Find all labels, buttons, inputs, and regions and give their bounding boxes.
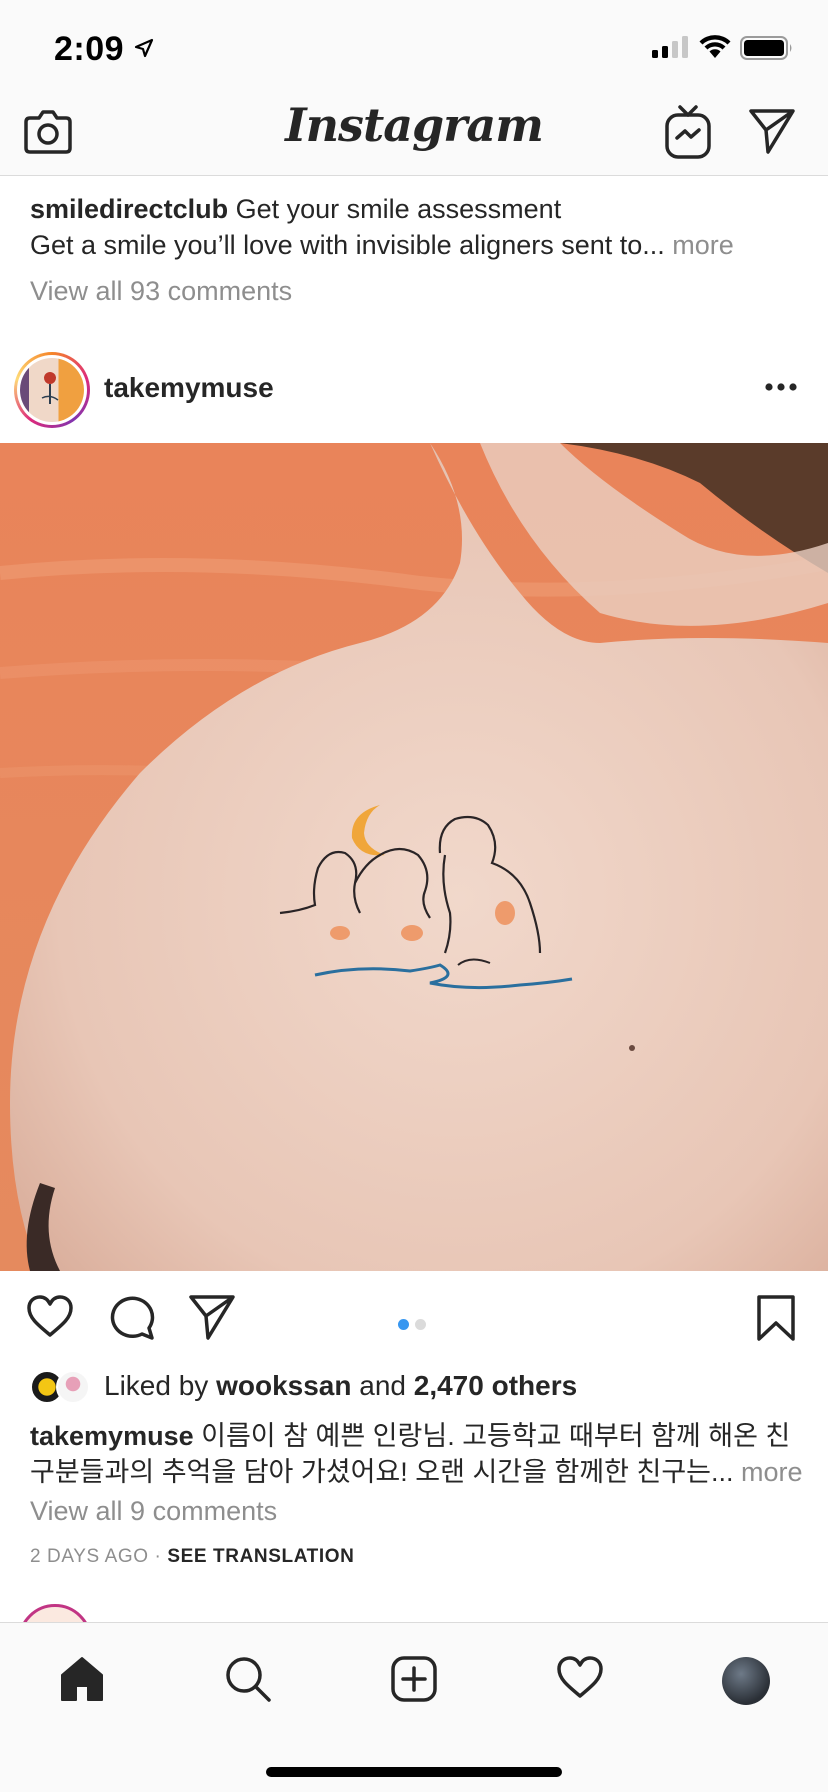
new-post-icon[interactable]: [390, 1655, 438, 1703]
post-caption: takemymuse 이름이 참 예쁜 인랑님. 고등학교 때부터 함께 해온 …: [30, 1418, 810, 1490]
post-timestamp: 2 DAYS AGO: [30, 1546, 149, 1567]
carousel-indicator: [398, 1317, 432, 1335]
post-actions: [0, 1272, 828, 1368]
previous-post-more-link[interactable]: more: [672, 230, 734, 260]
search-icon[interactable]: [224, 1655, 272, 1703]
carousel-dot: [415, 1319, 426, 1330]
previous-post-caption-title: smiledirectclub Get your smile assessmen…: [30, 191, 561, 227]
likes-row[interactable]: Liked by wookssan and 2,470 others: [30, 1366, 810, 1410]
caption-line-1: takemymuse 이름이 참 예쁜 인랑님. 고등학교 때부터 함께 해온 …: [30, 1418, 810, 1454]
previous-post-footer: smiledirectclub Get your smile assessmen…: [0, 177, 828, 327]
likes-text: Liked by wookssan and 2,470 others: [104, 1370, 577, 1402]
top-nav-bar: Instagram: [0, 96, 828, 176]
location-arrow-icon: [134, 38, 154, 58]
previous-post-title: Get your smile assessment: [235, 194, 562, 224]
post-image[interactable]: [0, 443, 828, 1271]
next-post-avatar-peek: [18, 1604, 92, 1624]
story-ring[interactable]: [14, 352, 90, 428]
likes-prefix: Liked by: [104, 1370, 209, 1401]
liker-username[interactable]: wookssan: [216, 1370, 351, 1401]
avatar: [20, 358, 84, 422]
cellular-signal-icon: [652, 36, 688, 58]
previous-post-view-comments[interactable]: View all 93 comments: [30, 273, 292, 309]
bottom-tab-bar: [0, 1622, 828, 1792]
status-time: 2:09: [54, 30, 125, 68]
like-heart-icon[interactable]: [26, 1294, 74, 1338]
caption-username[interactable]: takemymuse: [30, 1421, 194, 1451]
post-header: takemymuse: [0, 346, 828, 442]
see-translation-link[interactable]: SEE TRANSLATION: [167, 1546, 354, 1567]
status-bar: 2:09: [0, 0, 828, 96]
meta-separator: ·: [154, 1546, 162, 1567]
previous-post-caption-text: Get a smile you’ll love with invisible a…: [30, 230, 665, 260]
direct-message-icon[interactable]: [748, 108, 796, 154]
liker-avatar: [56, 1370, 90, 1404]
igtv-icon[interactable]: [664, 104, 712, 160]
activity-heart-icon[interactable]: [556, 1655, 604, 1699]
avatar-tattoo-icon: [41, 372, 59, 404]
wifi-icon: [699, 35, 731, 58]
previous-post-username[interactable]: smiledirectclub: [30, 194, 228, 224]
previous-post-caption-body: Get a smile you’ll love with invisible a…: [30, 227, 734, 263]
liker-avatars: [30, 1370, 96, 1406]
caption-text-1: 이름이 참 예쁜 인랑님. 고등학교 때부터 함께 해온 친: [201, 1421, 791, 1451]
carousel-dot-active: [398, 1319, 409, 1330]
bookmark-icon[interactable]: [756, 1294, 796, 1342]
share-icon[interactable]: [188, 1294, 236, 1340]
post-username[interactable]: takemymuse: [104, 372, 274, 404]
home-icon[interactable]: [58, 1655, 106, 1703]
tattoo-photo: [0, 443, 828, 1271]
caption-text-2: 구분들과의 추억을 담아 가셨어요! 오랜 시간을 함께한 친구는...: [30, 1457, 734, 1487]
post-meta: 2 DAYS AGO · SEE TRANSLATION: [30, 1546, 354, 1568]
caption-line-2: 구분들과의 추억을 담아 가셨어요! 오랜 시간을 함께한 친구는... mor…: [30, 1454, 810, 1490]
view-all-comments-link[interactable]: View all 9 comments: [30, 1496, 277, 1527]
comment-icon[interactable]: [108, 1294, 156, 1340]
likes-conjunction: and: [359, 1370, 406, 1401]
home-indicator: [266, 1767, 562, 1777]
battery-icon: [740, 36, 792, 60]
profile-avatar[interactable]: [722, 1657, 770, 1705]
caption-more-link[interactable]: more: [741, 1457, 803, 1487]
likes-count[interactable]: 2,470 others: [414, 1370, 577, 1401]
more-options-icon[interactable]: [764, 382, 798, 392]
